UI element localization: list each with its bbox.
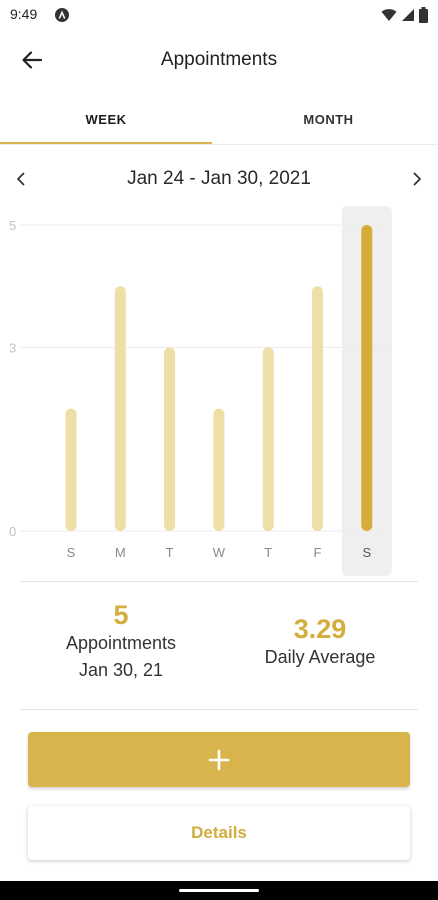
status-time: 9:49	[10, 6, 38, 22]
x-tick-label: S	[362, 545, 371, 560]
bar-5	[312, 286, 323, 531]
selected-date: Jan 30, 21	[78, 660, 164, 680]
system-navigation-bar	[0, 881, 438, 900]
bar-6	[361, 225, 373, 531]
daily-average-value: 3.29	[293, 614, 347, 644]
bar-3	[213, 408, 225, 531]
daily-average-label: Daily Average	[264, 647, 376, 667]
page-title: Appointments	[160, 49, 278, 70]
y-tick-label: 3	[9, 340, 16, 355]
selected-count: 5	[113, 600, 129, 630]
x-tick-label: T	[264, 545, 272, 560]
x-tick-label: T	[166, 545, 174, 560]
appointments-bar-chart: 0 3 5 S M T W T F S	[9, 206, 392, 576]
add-appointment-button[interactable]	[28, 732, 410, 787]
tab-indicator	[0, 142, 212, 144]
bar-1	[114, 286, 126, 531]
x-tick-label: M	[115, 545, 126, 560]
status-icons	[381, 6, 428, 24]
signal-icon	[402, 9, 414, 21]
plus-icon	[208, 749, 230, 770]
details-button[interactable]: Details	[28, 806, 410, 860]
x-tick-label: S	[67, 545, 76, 560]
date-range-row: Jan 24 - Jan 30, 2021	[0, 160, 438, 198]
tab-month[interactable]: MONTH	[219, 96, 438, 142]
battery-icon	[419, 7, 428, 23]
selected-day-stat: 5 Appointments Jan 30, 21	[20, 600, 222, 684]
x-tick-label: W	[213, 545, 226, 560]
wifi-icon	[381, 9, 397, 21]
chevron-right-icon	[413, 172, 421, 186]
divider-top	[20, 581, 418, 582]
app-bar: Appointments	[0, 32, 438, 88]
home-indicator[interactable]	[179, 889, 259, 892]
date-range-label: Jan 24 - Jan 30, 2021	[127, 168, 311, 189]
divider-bottom	[20, 709, 418, 710]
notification-icon	[55, 8, 69, 22]
tab-week[interactable]: WEEK	[0, 96, 212, 142]
status-bar: 9:49	[0, 0, 438, 32]
y-tick-label: 5	[9, 218, 16, 233]
x-tick-label: F	[314, 545, 322, 560]
selected-count-label: Appointments	[65, 633, 177, 653]
y-tick-label: 0	[9, 524, 16, 539]
next-week-button[interactable]	[404, 166, 430, 192]
tab-bar: WEEK MONTH	[0, 96, 438, 145]
daily-average-stat: 3.29 Daily Average	[222, 614, 418, 671]
bar-2	[164, 347, 176, 531]
bar-0	[65, 408, 77, 531]
bar-4	[262, 347, 274, 531]
